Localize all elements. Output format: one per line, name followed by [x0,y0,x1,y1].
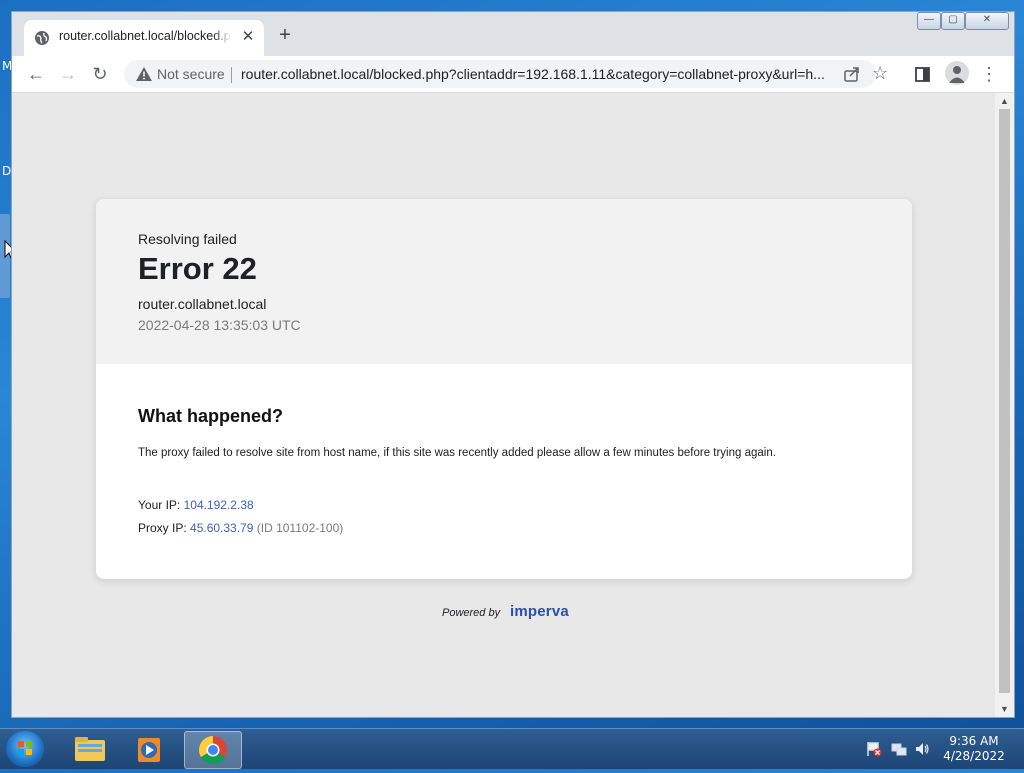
menu-button[interactable]: ⋮ [977,62,1001,86]
host-name: router.collabnet.local [138,296,267,312]
start-button[interactable] [6,731,44,767]
volume-icon[interactable] [914,741,930,757]
share-icon[interactable] [843,65,861,83]
error-title: Error 22 [138,251,257,286]
forward-button[interactable]: → [56,62,80,86]
action-center-alert-icon[interactable] [866,741,882,757]
window-close-button[interactable]: ✕ [965,12,1009,30]
desktop-icon-label: D [2,164,12,178]
warning-icon[interactable] [136,67,152,81]
maximize-button[interactable]: ▢ [941,12,965,30]
your-ip-value[interactable]: 104.192.2.38 [184,498,254,512]
browser-toolbar: ← → ↻ Not secure router.collabnet.local/… [12,56,1014,93]
tab-strip: router.collabnet.local/blocked.php ✕ + —… [12,12,1014,56]
error-description: The proxy failed to resolve site from ho… [138,447,776,459]
network-icon[interactable] [891,741,907,757]
minimize-button[interactable]: — [917,12,941,30]
error-header: Resolving failed Error 22 router.collabn… [96,199,912,364]
close-tab-button[interactable]: ✕ [238,27,258,47]
profile-avatar-icon[interactable] [945,61,969,85]
powered-by-label: Powered by [442,607,501,619]
taskbar-media-player[interactable] [122,731,178,767]
side-panel-icon[interactable] [915,67,930,82]
address-divider [231,67,232,83]
error-subtitle: Resolving failed [138,231,237,247]
error-card: Resolving failed Error 22 router.collabn… [96,199,912,579]
reload-button[interactable]: ↻ [88,62,112,86]
media-player-icon [138,738,160,762]
clock-date: 4/28/2022 [943,749,1005,763]
bookmark-star-icon[interactable]: ☆ [872,63,888,84]
taskbar-chrome[interactable] [184,731,242,769]
page-scrollbar[interactable]: ▲ ▼ [995,93,1014,717]
chrome-icon [199,736,227,764]
browser-tab[interactable]: router.collabnet.local/blocked.php ✕ [24,20,264,56]
scroll-thumb[interactable] [999,109,1010,693]
back-button[interactable]: ← [24,62,48,86]
proxy-ip-value[interactable]: 45.60.33.79 [190,521,253,535]
your-ip-label: Your IP: [138,498,184,512]
new-tab-button[interactable]: + [274,24,296,46]
clock-time: 9:36 AM [949,734,999,748]
scroll-down-arrow-icon[interactable]: ▼ [995,701,1014,717]
taskbar-explorer[interactable] [62,731,118,767]
system-clock[interactable]: 9:36 AM 4/28/2022 [934,734,1014,764]
folder-icon [75,737,105,761]
tab-title: router.collabnet.local/blocked.php [59,29,231,43]
url-text[interactable]: router.collabnet.local/blocked.php?clien… [241,66,836,82]
error-timestamp: 2022-04-28 13:35:03 UTC [138,317,301,333]
windows-logo-icon [18,741,32,755]
browser-window: router.collabnet.local/blocked.php ✕ + —… [11,11,1015,718]
page-content: Resolving failed Error 22 router.collabn… [12,93,995,717]
globe-icon [35,31,49,45]
proxy-ip-label: Proxy IP: [138,521,191,535]
what-happened-heading: What happened? [138,406,283,426]
person-icon [949,66,965,83]
security-status[interactable]: Not secure [157,66,225,82]
taskbar: 9:36 AM 4/28/2022 [0,728,1024,769]
your-ip-row: Your IP: 104.192.2.38 [138,498,254,512]
address-bar[interactable]: Not secure router.collabnet.local/blocke… [124,60,888,88]
proxy-ip-row: Proxy IP: 45.60.33.79 (ID 101102-100) [138,521,343,535]
scroll-up-arrow-icon[interactable]: ▲ [995,93,1014,109]
imperva-logo[interactable]: imperva [510,603,569,620]
proxy-id: (ID 101102-100) [253,521,344,535]
